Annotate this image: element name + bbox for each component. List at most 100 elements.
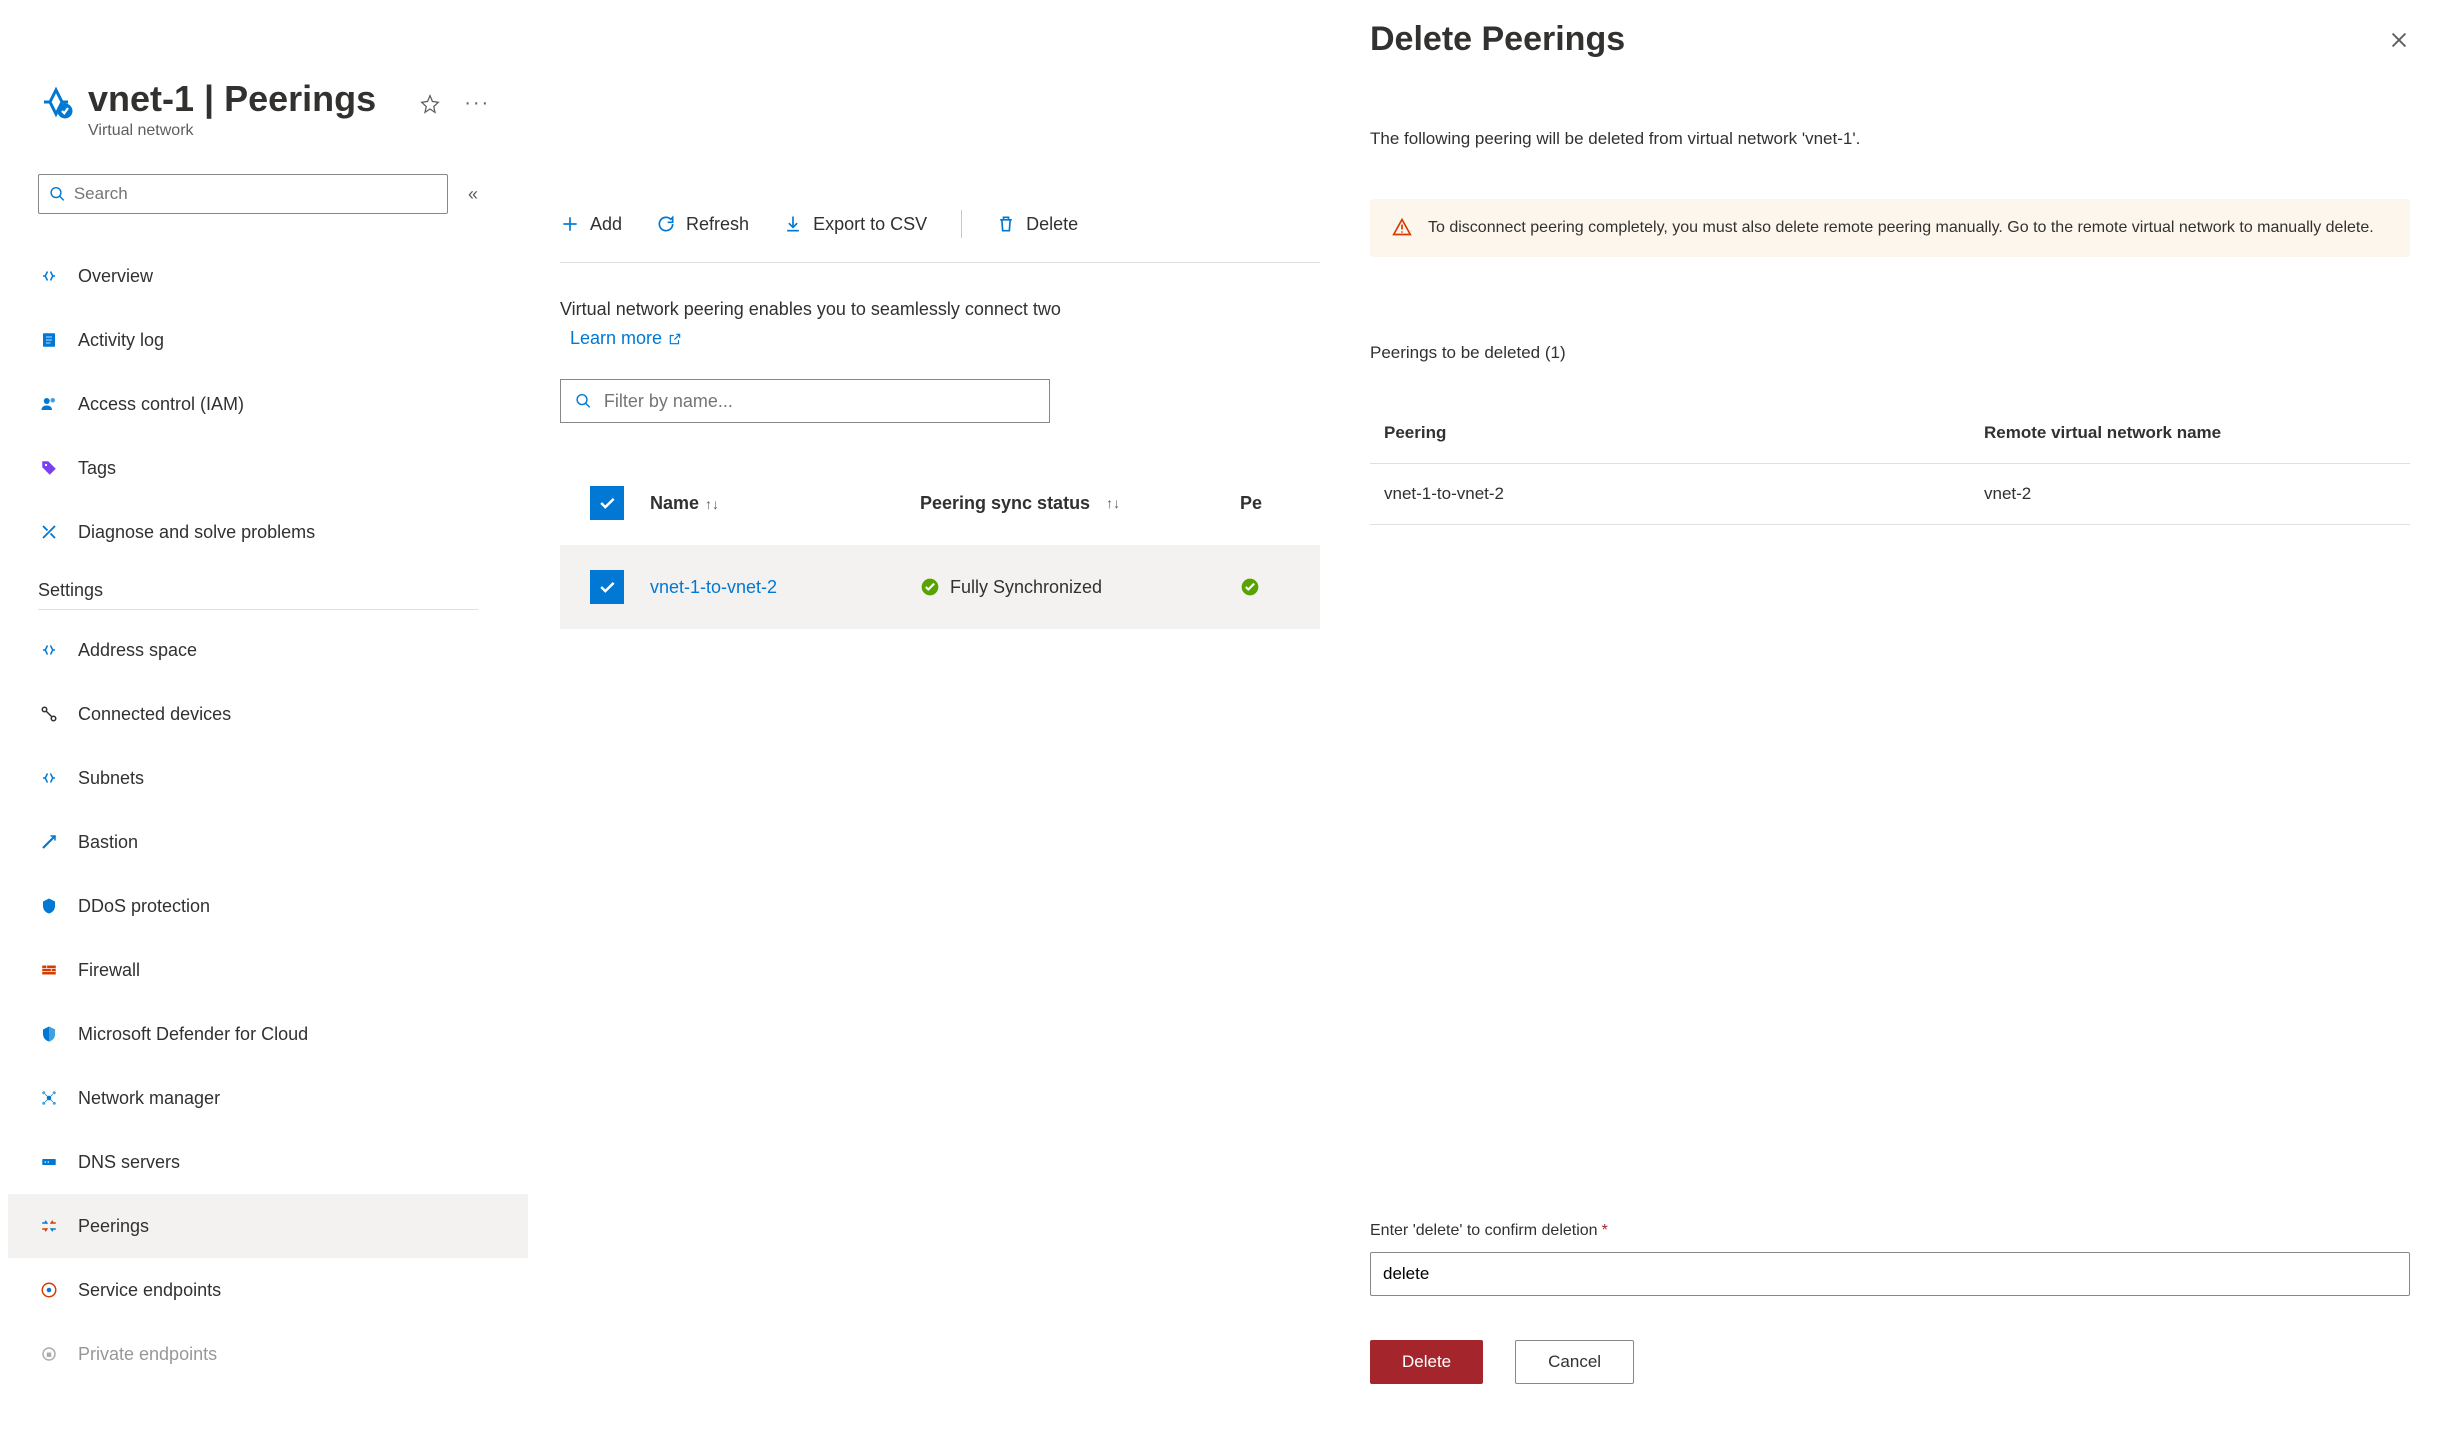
sidebar-item-defender[interactable]: Microsoft Defender for Cloud bbox=[38, 1002, 530, 1066]
firewall-icon bbox=[38, 961, 60, 979]
sidebar-section-settings: Settings bbox=[38, 580, 478, 610]
sidebar-item-subnets[interactable]: Subnets bbox=[38, 746, 530, 810]
sidebar-item-label: DDoS protection bbox=[78, 896, 210, 917]
sidebar-item-firewall[interactable]: Firewall bbox=[38, 938, 530, 1002]
subnets-icon bbox=[38, 769, 60, 787]
column-header-peering: Peering bbox=[1384, 423, 1984, 443]
toolbar-label: Refresh bbox=[686, 214, 749, 235]
section-label: Peerings to be deleted (1) bbox=[1370, 343, 2410, 363]
sidebar-item-label: Activity log bbox=[78, 330, 164, 351]
column-header-remote: Remote virtual network name bbox=[1984, 423, 2396, 443]
plus-icon bbox=[560, 214, 580, 234]
sidebar-item-tags[interactable]: Tags bbox=[38, 436, 530, 500]
warning-icon bbox=[1392, 217, 1412, 237]
sidebar-item-label: Microsoft Defender for Cloud bbox=[78, 1024, 308, 1045]
resource-sidebar: vnet-1 | Peerings ··· Virtual network « … bbox=[0, 0, 530, 1434]
sidebar-item-address-space[interactable]: Address space bbox=[38, 618, 530, 682]
tags-icon bbox=[38, 459, 60, 477]
sidebar-item-label: Network manager bbox=[78, 1088, 220, 1109]
row-checkbox[interactable] bbox=[590, 570, 624, 604]
address-space-icon bbox=[38, 641, 60, 659]
resource-type-label: Virtual network bbox=[88, 122, 530, 140]
sidebar-item-activity-log[interactable]: Activity log bbox=[38, 308, 530, 372]
sort-icon: ↑↓ bbox=[1106, 495, 1120, 511]
sidebar-item-ddos[interactable]: DDoS protection bbox=[38, 874, 530, 938]
collapse-sidebar-icon[interactable]: « bbox=[468, 184, 478, 205]
external-link-icon bbox=[668, 332, 682, 346]
sort-icon: ↑↓ bbox=[705, 496, 719, 512]
sidebar-item-label: Firewall bbox=[78, 960, 140, 981]
confirm-delete-input[interactable] bbox=[1370, 1252, 2410, 1296]
download-icon bbox=[783, 214, 803, 234]
sidebar-item-label: DNS servers bbox=[78, 1152, 180, 1173]
filter-box[interactable] bbox=[560, 379, 1050, 423]
sidebar-item-diagnose[interactable]: Diagnose and solve problems bbox=[38, 500, 530, 564]
cancel-button[interactable]: Cancel bbox=[1515, 1340, 1634, 1384]
delete-table: Peering Remote virtual network name vnet… bbox=[1370, 403, 2410, 525]
page-title: vnet-1 | Peerings bbox=[88, 78, 376, 120]
private-endpoints-icon bbox=[38, 1345, 60, 1363]
panel-header: Delete Peerings bbox=[1370, 20, 2410, 59]
sidebar-item-network-manager[interactable]: Network manager bbox=[38, 1066, 530, 1130]
learn-more-link[interactable]: Learn more bbox=[570, 328, 682, 349]
sidebar-item-label: Connected devices bbox=[78, 704, 231, 725]
sidebar-item-label: Address space bbox=[78, 640, 197, 661]
sidebar-item-label: Overview bbox=[78, 266, 153, 287]
peering-name-link[interactable]: vnet-1-to-vnet-2 bbox=[650, 577, 777, 597]
sidebar-item-access-control[interactable]: Access control (IAM) bbox=[38, 372, 530, 436]
column-header-sync[interactable]: Peering sync status↑↓ bbox=[920, 493, 1240, 514]
confirm-delete-button[interactable]: Delete bbox=[1370, 1340, 1483, 1384]
select-all-checkbox[interactable] bbox=[590, 486, 624, 520]
resource-header: vnet-1 | Peerings ··· bbox=[38, 78, 530, 120]
search-icon bbox=[575, 392, 592, 410]
toolbar-label: Add bbox=[590, 214, 622, 235]
network-manager-icon bbox=[38, 1089, 60, 1107]
overview-icon bbox=[38, 267, 60, 285]
sidebar-item-label: Access control (IAM) bbox=[78, 394, 244, 415]
delete-table-row: vnet-1-to-vnet-2 vnet-2 bbox=[1370, 464, 2410, 525]
sidebar-item-label: Bastion bbox=[78, 832, 138, 853]
sidebar-item-peerings[interactable]: Peerings bbox=[8, 1194, 528, 1258]
check-icon bbox=[597, 493, 617, 513]
delete-button[interactable]: Delete bbox=[996, 214, 1078, 235]
sidebar-item-label: Diagnose and solve problems bbox=[78, 522, 315, 543]
sidebar-item-dns[interactable]: DNS servers bbox=[38, 1130, 530, 1194]
panel-title: Delete Peerings bbox=[1370, 20, 1625, 59]
sidebar-item-private-endpoints[interactable]: Private endpoints bbox=[38, 1322, 530, 1386]
close-icon[interactable] bbox=[2388, 29, 2410, 51]
delete-peerings-panel: Delete Peerings The following peering wi… bbox=[1320, 0, 2460, 1434]
sidebar-item-label: Service endpoints bbox=[78, 1280, 221, 1301]
warning-text: To disconnect peering completely, you mu… bbox=[1428, 215, 2374, 241]
trash-icon bbox=[996, 214, 1016, 234]
connected-devices-icon bbox=[38, 705, 60, 723]
add-button[interactable]: Add bbox=[560, 214, 622, 235]
sync-status-text: Fully Synchronized bbox=[950, 577, 1102, 598]
sidebar-item-label: Subnets bbox=[78, 768, 144, 789]
required-asterisk: * bbox=[1602, 1222, 1608, 1239]
sidebar-item-overview[interactable]: Overview bbox=[38, 244, 530, 308]
toolbar-label: Export to CSV bbox=[813, 214, 927, 235]
refresh-icon bbox=[656, 214, 676, 234]
filter-input[interactable] bbox=[604, 391, 1035, 412]
peering-cell: vnet-1-to-vnet-2 bbox=[1384, 484, 1984, 504]
delete-table-header: Peering Remote virtual network name bbox=[1370, 403, 2410, 464]
export-csv-button[interactable]: Export to CSV bbox=[783, 214, 927, 235]
column-header-name[interactable]: Name↑↓ bbox=[650, 493, 920, 514]
confirm-label: Enter 'delete' to confirm deletion* bbox=[1370, 1222, 2410, 1240]
sidebar-item-connected-devices[interactable]: Connected devices bbox=[38, 682, 530, 746]
sidebar-item-bastion[interactable]: Bastion bbox=[38, 810, 530, 874]
sidebar-item-label: Private endpoints bbox=[78, 1344, 217, 1365]
refresh-button[interactable]: Refresh bbox=[656, 214, 749, 235]
favorite-star-icon[interactable] bbox=[420, 94, 440, 114]
sidebar-search-input[interactable] bbox=[74, 184, 437, 204]
more-icon[interactable]: ··· bbox=[464, 92, 490, 115]
learn-more-label: Learn more bbox=[570, 328, 662, 349]
remote-cell: vnet-2 bbox=[1984, 484, 2396, 504]
sidebar-item-service-endpoints[interactable]: Service endpoints bbox=[38, 1258, 530, 1322]
column-header-status[interactable]: Pe bbox=[1240, 493, 1300, 514]
search-icon bbox=[49, 185, 66, 203]
sidebar-item-label: Peerings bbox=[78, 1216, 149, 1237]
vnet-icon bbox=[38, 84, 74, 120]
sidebar-search[interactable] bbox=[38, 174, 448, 214]
check-icon bbox=[597, 577, 617, 597]
